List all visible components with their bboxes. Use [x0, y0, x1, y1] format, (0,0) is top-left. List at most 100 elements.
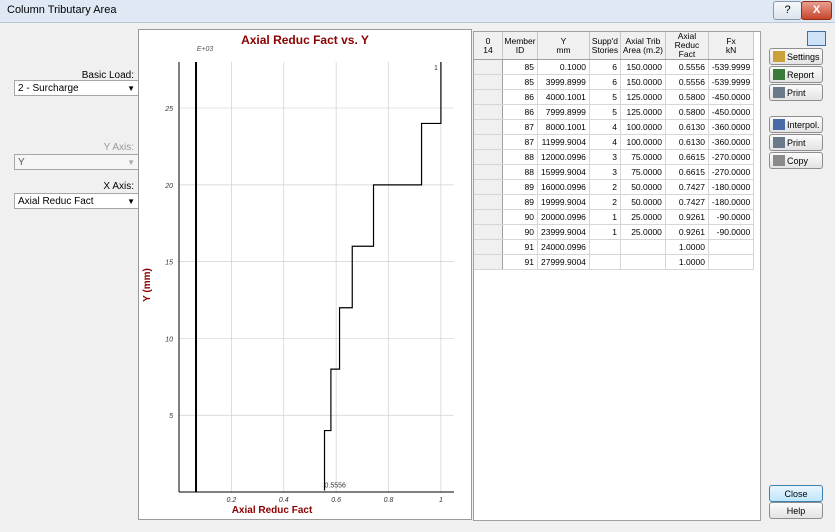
x-tick-label: 0.4 [279, 497, 289, 504]
table-cell: 25.0000 [620, 209, 666, 225]
row-header[interactable] [474, 89, 503, 105]
table-row[interactable]: 88 12000.0996 3 75.0000 0.6615 -270.0000 [474, 149, 755, 165]
table-cell: 4 [589, 119, 621, 135]
table-cell: 50.0000 [620, 179, 666, 195]
col-member-id[interactable]: Member ID [502, 32, 538, 60]
chevron-down-icon: ▼ [127, 197, 135, 206]
table-row[interactable]: 91 27999.9004 1.0000 [474, 254, 755, 270]
table-cell: 88 [502, 149, 538, 165]
table-cell: -450.0000 [708, 89, 755, 105]
table-cell: 75.0000 [620, 164, 666, 180]
data-label: 1 [434, 65, 438, 72]
table-cell: 3999.8999 [537, 74, 590, 90]
corner-line2: 14 [483, 44, 493, 55]
row-header[interactable] [474, 134, 503, 150]
table-cell: 91 [502, 254, 538, 270]
printer-icon [773, 87, 785, 98]
table-row[interactable]: 90 20000.0996 1 25.0000 0.9261 -90.0000 [474, 209, 755, 225]
table-cell: 6 [589, 74, 621, 90]
table-cell: 20000.0996 [537, 209, 590, 225]
help-title-button[interactable]: ? [773, 1, 802, 20]
col-axial-trib-area[interactable]: Axial Trib Area (m.2) [620, 32, 666, 60]
row-header[interactable] [474, 149, 503, 165]
row-header[interactable] [474, 179, 503, 195]
report-icon [773, 69, 785, 80]
y-axis-title: Y (mm) [142, 268, 153, 302]
copy-button[interactable]: Copy [769, 152, 823, 169]
row-header[interactable] [474, 164, 503, 180]
interpolate-icon [773, 119, 785, 130]
x-axis-value: Axial Reduc Fact [18, 196, 94, 207]
table-row[interactable]: 86 7999.8999 5 125.0000 0.5800 -450.0000 [474, 104, 755, 120]
row-header[interactable] [474, 194, 503, 210]
print-button[interactable]: Print [769, 84, 823, 101]
chart-svg: Axial Reduc Fact vs. Y E+03 Axial Reduc … [142, 33, 454, 516]
table-cell: 125.0000 [620, 89, 666, 105]
x-tick-label: 0.6 [331, 497, 341, 504]
table-row[interactable]: 91 24000.0996 1.0000 [474, 239, 755, 255]
table-cell [589, 254, 621, 270]
table-cell: 24000.0996 [537, 239, 590, 255]
table-cell: 5 [589, 89, 621, 105]
settings-button[interactable]: Settings [769, 48, 823, 65]
table-cell: 0.6615 [665, 149, 709, 165]
table-row[interactable]: 90 23999.9004 1 25.0000 0.9261 -90.0000 [474, 224, 755, 240]
data-label: 0.5556 [325, 482, 347, 489]
row-header[interactable] [474, 224, 503, 240]
table-cell: 12000.0996 [537, 149, 590, 165]
row-header[interactable] [474, 119, 503, 135]
table-row[interactable]: 85 0.1000 6 150.0000 0.5556 -539.9999 [474, 59, 755, 75]
row-header[interactable] [474, 209, 503, 225]
table-cell: 87 [502, 119, 538, 135]
table-row[interactable]: 89 16000.0996 2 50.0000 0.7427 -180.0000 [474, 179, 755, 195]
table-cell: 1.0000 [665, 254, 709, 270]
table-cell [708, 254, 755, 270]
camera-icon[interactable] [807, 31, 826, 46]
table-cell: 50.0000 [620, 194, 666, 210]
table-cell: -270.0000 [708, 149, 755, 165]
table-cell: 75.0000 [620, 149, 666, 165]
basic-load-value: 2 - Surcharge [18, 83, 79, 94]
col-y[interactable]: Ymm [537, 32, 590, 60]
table-row[interactable]: 88 15999.9004 3 75.0000 0.6615 -270.0000 [474, 164, 755, 180]
table-cell: 90 [502, 209, 538, 225]
table-row[interactable]: 86 4000.1001 5 125.0000 0.5800 -450.0000 [474, 89, 755, 105]
table-cell: 3 [589, 164, 621, 180]
print-chart-button[interactable]: Print [769, 134, 823, 151]
copy-icon [773, 155, 785, 166]
help-button[interactable]: Help [769, 502, 823, 519]
results-grid[interactable]: 0 14 Member ID Ymm Supp'd Stories Axial Tr… [473, 31, 761, 521]
close-title-button[interactable]: X [801, 1, 832, 20]
table-cell: 6 [589, 59, 621, 75]
table-cell: -539.9999 [708, 59, 755, 75]
results-table: 0 14 Member ID Ymm Supp'd Stories Axial Tr… [474, 32, 755, 270]
row-header[interactable] [474, 239, 503, 255]
plot-area: 0.2 0.4 0.6 0.8 15101520250.55561 [164, 62, 454, 504]
table-cell: 91 [502, 239, 538, 255]
table-cell [708, 239, 755, 255]
row-header[interactable] [474, 104, 503, 120]
col-fx[interactable]: Fx kN [708, 32, 755, 60]
table-row[interactable]: 87 11999.9004 4 100.0000 0.6130 -360.0000 [474, 134, 755, 150]
basic-load-select[interactable]: 2 - Surcharge ▼ [14, 80, 140, 96]
table-cell: 85 [502, 59, 538, 75]
table-row[interactable]: 87 8000.1001 4 100.0000 0.6130 -360.0000 [474, 119, 755, 135]
table-cell: -360.0000 [708, 134, 755, 150]
row-header[interactable] [474, 254, 503, 270]
table-row[interactable]: 85 3999.8999 6 150.0000 0.5556 -539.9999 [474, 74, 755, 90]
col-suppd-stories[interactable]: Supp'd Stories [589, 32, 621, 60]
table-cell: 1 [589, 209, 621, 225]
y-axis-select[interactable]: Y ▼ [14, 154, 140, 170]
x-axis-select[interactable]: Axial Reduc Fact ▼ [14, 193, 140, 209]
close-button[interactable]: Close [769, 485, 823, 502]
y-axis-value: Y [18, 157, 25, 168]
x-tick-label: 0.8 [384, 497, 394, 504]
row-header[interactable] [474, 59, 503, 75]
row-header[interactable] [474, 74, 503, 90]
col-axial-reduc-fact[interactable]: Axial Reduc Fact [665, 32, 709, 60]
interpol-button[interactable]: Interpol. [769, 116, 823, 133]
report-button[interactable]: Report [769, 66, 823, 83]
table-cell: 0.6615 [665, 164, 709, 180]
table-row[interactable]: 89 19999.9004 2 50.0000 0.7427 -180.0000 [474, 194, 755, 210]
table-cell [589, 239, 621, 255]
